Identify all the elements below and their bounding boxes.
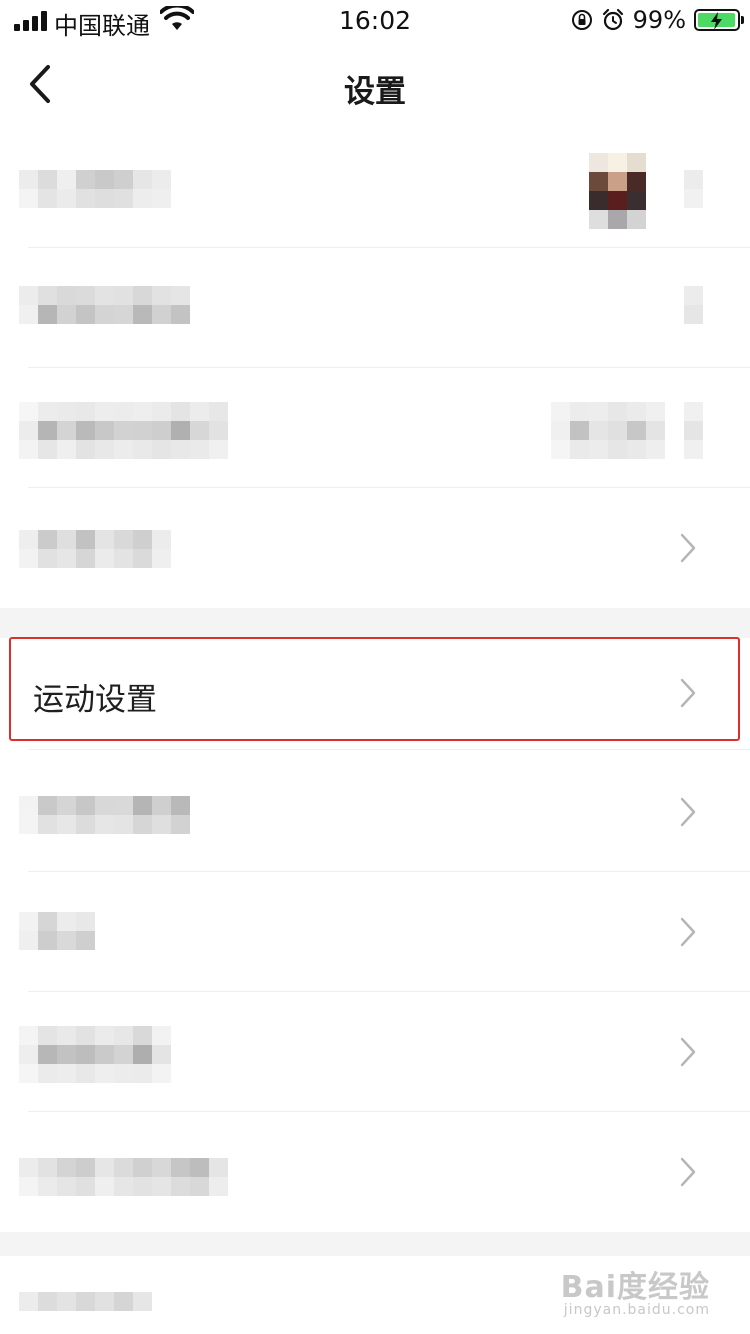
settings-row[interactable] <box>0 872 750 992</box>
baidu-jingyan-watermark: Bai度经验 jingyan.baidu.com <box>561 1262 710 1318</box>
chevron-right-icon <box>680 917 696 947</box>
blurred-label <box>19 912 95 950</box>
chevron-right-icon <box>680 533 696 563</box>
status-right: 99% <box>571 5 744 35</box>
chevron-right-icon <box>680 1037 696 1067</box>
page-title: 设置 <box>344 74 406 110</box>
nav-header: 设置 <box>0 42 750 128</box>
settings-row-profile[interactable] <box>0 128 750 248</box>
section-divider <box>0 608 750 638</box>
settings-row[interactable] <box>0 368 750 488</box>
blurred-label <box>19 1026 171 1083</box>
blurred-chevron <box>684 170 703 208</box>
blurred-chevron <box>684 286 703 324</box>
blurred-chevron <box>684 402 703 459</box>
avatar <box>589 153 646 229</box>
blurred-label <box>19 796 190 834</box>
settings-row[interactable] <box>0 752 750 872</box>
settings-row[interactable] <box>0 248 750 368</box>
watermark-brand: Bai度经验 <box>560 1270 710 1305</box>
watermark-url: jingyan.baidu.com <box>563 1302 710 1318</box>
battery-charging-icon <box>694 9 744 31</box>
settings-row[interactable] <box>0 488 750 608</box>
chevron-right-icon <box>680 797 696 827</box>
highlight-box <box>9 637 740 741</box>
settings-row[interactable] <box>0 992 750 1112</box>
blurred-label <box>19 530 171 568</box>
blurred-label <box>19 402 228 459</box>
blurred-label <box>19 1292 152 1311</box>
section-divider <box>0 1232 750 1256</box>
blurred-value <box>551 402 665 459</box>
battery-percent: 99% <box>632 6 686 34</box>
blurred-label <box>19 170 171 208</box>
blurred-label <box>19 286 190 324</box>
alarm-icon <box>602 8 623 31</box>
blurred-label <box>19 1158 228 1196</box>
orientation-lock-icon <box>571 10 592 30</box>
settings-row[interactable] <box>0 1112 750 1232</box>
status-bar: 中国联通 16:02 99% <box>0 0 750 42</box>
chevron-right-icon <box>680 1157 696 1187</box>
